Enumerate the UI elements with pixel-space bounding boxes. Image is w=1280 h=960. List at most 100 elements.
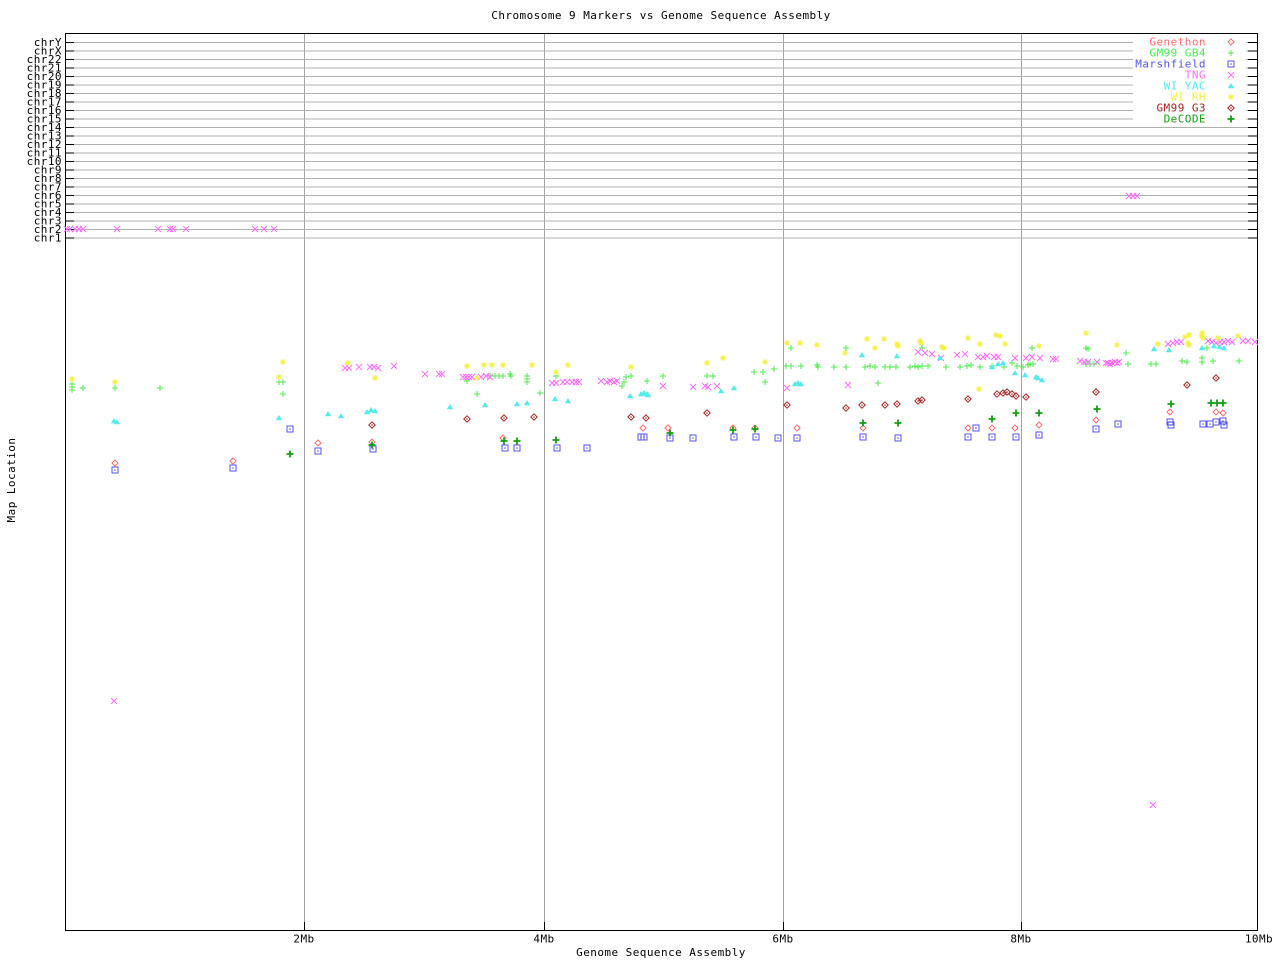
data-point [1166,408,1174,416]
data-point-glyph [659,382,667,390]
data-point [783,384,791,392]
data-point-dot [586,447,588,449]
data-point [1035,431,1043,439]
data-point-glyph [1155,341,1161,347]
data-point-glyph [464,363,470,369]
data-point [1125,361,1131,367]
data-point-glyph [720,355,726,361]
data-point-dot [503,417,505,419]
data-point-glyph [788,363,794,369]
data-point [988,433,996,441]
data-point [993,390,1001,398]
data-point-glyph [965,335,971,341]
data-point-glyph [553,369,559,375]
data-point-dot [884,404,886,406]
data-point [564,398,572,404]
data-point-glyph [563,378,571,386]
x-tick-label: 10Mb [1245,933,1273,946]
data-point [1177,338,1185,346]
data-point [551,396,559,402]
data-point [563,378,571,386]
data-point [1052,355,1060,363]
data-point [843,345,849,351]
data-point-glyph [872,364,878,370]
data-point [993,332,999,338]
data-point-glyph [1213,399,1221,407]
data-point-glyph [660,373,666,379]
data-point-dot [643,436,645,438]
data-point-dot [862,436,864,438]
data-point [275,415,283,421]
data-point [1091,361,1097,367]
data-point [1239,337,1247,345]
data-point-glyph [462,373,470,381]
data-point [912,363,918,369]
data-point [875,380,881,386]
data-point-glyph [459,373,467,381]
data-point [977,364,983,370]
data-point-dot [556,447,558,449]
data-point-dot [845,407,847,409]
data-point [751,425,759,433]
data-point-glyph [80,385,86,391]
data-point-glyph [894,419,902,427]
data-point [720,355,726,361]
data-point-glyph [374,364,382,372]
data-point-glyph [859,419,867,427]
data-point-glyph [1036,343,1042,349]
data-point-glyph [1049,355,1057,363]
data-point [1165,347,1173,353]
data-point-glyph [500,362,506,368]
data-point-glyph [69,376,75,382]
data-point [798,363,804,369]
data-point [468,373,476,381]
data-point-glyph [345,364,353,372]
data-point-glyph [157,385,163,391]
data-point-glyph [564,398,572,404]
data-point [324,411,332,417]
data-point [530,413,538,421]
data-point [552,379,560,387]
data-point-glyph [1166,408,1174,416]
data-point [864,336,870,342]
x-tick-label: 8Mb [1010,933,1031,946]
data-point [1228,338,1236,346]
data-point-glyph [858,352,866,358]
data-point [921,349,929,357]
data-point [872,364,878,370]
data-point [565,362,571,368]
data-point-glyph [500,437,508,445]
data-point-dot [1215,377,1217,379]
data-point [1022,393,1030,401]
data-point-glyph [474,375,480,381]
data-point [465,373,473,381]
data-point-glyph [372,375,378,381]
data-point-dot [1215,421,1217,423]
data-point [842,404,850,412]
data-point-glyph [421,370,429,378]
data-point [988,415,996,423]
data-point [229,457,237,465]
data-point-glyph [977,364,983,370]
data-point [968,362,974,368]
series-wi-rh [69,330,1241,392]
data-point [501,444,509,452]
data-point [881,401,889,409]
data-point-dot [975,427,977,429]
data-point-glyph [1177,338,1185,346]
data-point [953,351,961,359]
data-point-glyph [1091,361,1097,367]
data-point-glyph [1149,801,1157,809]
data-point [793,434,801,442]
data-point [925,363,931,369]
data-point [1012,409,1020,417]
data-point [1115,358,1123,366]
data-point [983,352,991,360]
x-tick-label: 6Mb [772,933,793,946]
data-point [858,352,866,358]
data-point [355,363,363,371]
data-point [1106,360,1114,368]
data-point [1183,381,1191,389]
data-point [1219,399,1227,407]
data-point-glyph [537,390,543,396]
